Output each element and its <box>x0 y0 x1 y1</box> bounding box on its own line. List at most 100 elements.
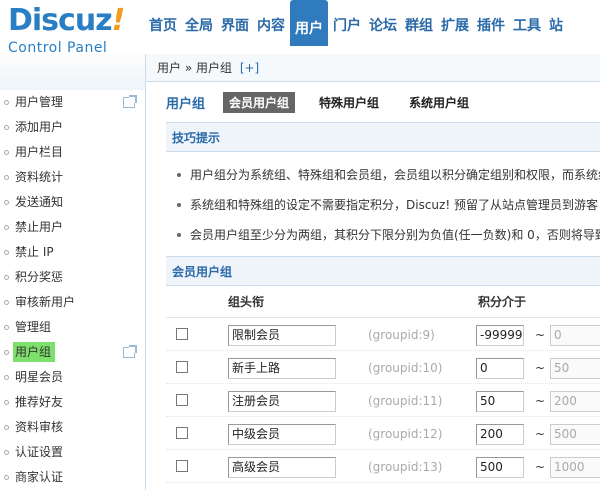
group-id-label: (groupid:9) <box>368 328 435 342</box>
logo-wordmark: Discuz! <box>8 3 125 38</box>
nav-portal[interactable]: 门户 <box>330 14 364 38</box>
bullet-icon <box>4 375 9 380</box>
tab-special-groups[interactable]: 特殊用户组 <box>313 92 385 113</box>
discuz-logo[interactable]: Discuz! Control Panel <box>8 3 125 57</box>
tab-member-groups[interactable]: 会员用户组 <box>223 91 296 113</box>
bullet-icon <box>4 125 9 130</box>
tip-item: 系统组和特殊组的设定不需要指定积分，Discuz! 预留了从站点管理员到游客 <box>166 190 600 220</box>
nav-plugins[interactable]: 插件 <box>474 14 508 38</box>
column-header-credit-range: 积分介于 <box>478 295 527 309</box>
column-header-title: 组头衔 <box>228 295 265 309</box>
page-title: 用户组 <box>166 96 206 112</box>
group-title-input[interactable]: 限制会员 <box>228 325 336 346</box>
breadcrumb-path[interactable]: 用户 » 用户组 <box>157 61 232 75</box>
sidebar-item-user-columns[interactable]: 用户栏目 <box>0 140 145 165</box>
sidebar-item-admin-groups[interactable]: 管理组 <box>0 315 145 340</box>
table-row: 高级会员 (groupid:13) 500 ~ 1000 <box>166 450 600 483</box>
credit-upper-input: 200 <box>550 391 600 412</box>
sidebar-menu: 用户管理 添加用户 用户栏目 资料统计 发送通知 禁止用户 禁止 IP 积分奖惩… <box>0 90 146 490</box>
range-separator: ~ <box>535 394 546 408</box>
nav-site[interactable]: 站 <box>546 14 566 38</box>
nav-users[interactable]: 用户 <box>290 0 328 46</box>
credit-upper-input: 50 <box>550 358 600 379</box>
sidebar: 用户管理 添加用户 用户栏目 资料统计 发送通知 禁止用户 禁止 IP 积分奖惩… <box>0 54 146 497</box>
sidebar-item-star-members[interactable]: 明星会员 <box>0 365 145 390</box>
bullet-icon <box>4 200 9 205</box>
member-groups-table: 会员用户组 组头衔 积分介于 限制会员 (groupid:9) -999999 … <box>166 256 600 483</box>
credit-lower-input[interactable]: 50 <box>476 391 524 412</box>
breadcrumb: 用户 » 用户组 [+] <box>146 54 600 82</box>
group-title-input[interactable]: 中级会员 <box>228 424 336 445</box>
bullet-icon <box>4 300 9 305</box>
main-content: 用户 » 用户组 [+] 用户组 会员用户组 特殊用户组 系统用户组 技巧提示 … <box>146 54 600 497</box>
group-title-input[interactable]: 注册会员 <box>228 391 336 412</box>
credit-upper-input: 0 <box>550 325 600 346</box>
group-id-label: (groupid:11) <box>368 394 443 408</box>
range-separator: ~ <box>535 427 546 441</box>
nav-extensions[interactable]: 扩展 <box>438 14 472 38</box>
table-row: 中级会员 (groupid:12) 200 ~ 500 <box>166 417 600 450</box>
nav-interface[interactable]: 界面 <box>218 14 252 38</box>
open-new-window-icon[interactable] <box>123 95 137 108</box>
nav-global[interactable]: 全局 <box>182 14 216 38</box>
member-groups-heading: 会员用户组 <box>166 256 600 286</box>
credit-lower-input[interactable]: 500 <box>476 457 524 478</box>
credit-upper-input: 500 <box>550 424 600 445</box>
bullet-icon <box>4 100 9 105</box>
nav-tools[interactable]: 工具 <box>510 14 544 38</box>
credit-lower-input[interactable]: -999999 <box>476 325 524 346</box>
row-checkbox[interactable] <box>176 427 188 439</box>
tab-system-groups[interactable]: 系统用户组 <box>403 92 475 113</box>
credit-lower-input[interactable]: 0 <box>476 358 524 379</box>
sidebar-item-user-management[interactable]: 用户管理 <box>0 90 145 115</box>
row-checkbox[interactable] <box>176 394 188 406</box>
sidebar-item-ban-user[interactable]: 禁止用户 <box>0 215 145 240</box>
table-header: 组头衔 积分介于 <box>166 286 600 318</box>
page-header: 用户组 会员用户组 特殊用户组 系统用户组 <box>146 82 600 122</box>
bullet-icon <box>4 150 9 155</box>
tip-item: 会员用户组至少分为两组，其积分下限分别为负值(任一负数)和 0，否则将导致 <box>166 220 600 250</box>
bullet-icon <box>4 475 9 480</box>
sidebar-item-recommend-friends[interactable]: 推荐好友 <box>0 390 145 415</box>
bullet-icon <box>4 275 9 280</box>
group-title-input[interactable]: 高级会员 <box>228 457 336 478</box>
sidebar-item-send-notice[interactable]: 发送通知 <box>0 190 145 215</box>
open-new-window-icon[interactable] <box>123 345 137 358</box>
sidebar-item-add-user[interactable]: 添加用户 <box>0 115 145 140</box>
sidebar-item-ban-ip[interactable]: 禁止 IP <box>0 240 145 265</box>
bullet-icon <box>4 450 9 455</box>
credit-lower-input[interactable]: 200 <box>476 424 524 445</box>
bullet-icon <box>4 250 9 255</box>
credit-upper-input: 1000 <box>550 457 600 478</box>
nav-forum[interactable]: 论坛 <box>366 14 400 38</box>
nav-content[interactable]: 内容 <box>254 14 288 38</box>
group-id-label: (groupid:10) <box>368 361 443 375</box>
bullet-icon <box>4 175 9 180</box>
range-separator: ~ <box>535 328 546 342</box>
group-title-input[interactable]: 新手上路 <box>228 358 336 379</box>
range-separator: ~ <box>535 361 546 375</box>
add-shortcut-button[interactable]: [+] <box>240 61 259 75</box>
bullet-icon <box>4 425 9 430</box>
bullet-icon <box>4 325 9 330</box>
top-navigation: 首页 全局 界面 内容 用户 门户 论坛 群组 扩展 插件 工具 站 <box>146 0 600 46</box>
sidebar-item-credit-rewards[interactable]: 积分奖惩 <box>0 265 145 290</box>
bullet-icon <box>4 400 9 405</box>
bullet-icon <box>4 350 9 355</box>
nav-groups[interactable]: 群组 <box>402 14 436 38</box>
sidebar-item-verify-settings[interactable]: 认证设置 <box>0 440 145 465</box>
group-id-label: (groupid:13) <box>368 460 443 474</box>
row-checkbox[interactable] <box>176 328 188 340</box>
sidebar-item-moderate-new-users[interactable]: 审核新用户 <box>0 290 145 315</box>
row-checkbox[interactable] <box>176 361 188 373</box>
bullet-icon <box>4 225 9 230</box>
row-checkbox[interactable] <box>176 460 188 472</box>
sidebar-item-profile-stats[interactable]: 资料统计 <box>0 165 145 190</box>
sidebar-item-user-groups[interactable]: 用户组 <box>0 340 145 365</box>
group-id-label: (groupid:12) <box>368 427 443 441</box>
nav-home[interactable]: 首页 <box>146 14 180 38</box>
sidebar-item-profile-review[interactable]: 资料审核 <box>0 415 145 440</box>
sidebar-item-merchant-verify[interactable]: 商家认证 <box>0 465 145 490</box>
tips-heading: 技巧提示 <box>166 122 600 152</box>
table-row: 限制会员 (groupid:9) -999999 ~ 0 <box>166 318 600 351</box>
